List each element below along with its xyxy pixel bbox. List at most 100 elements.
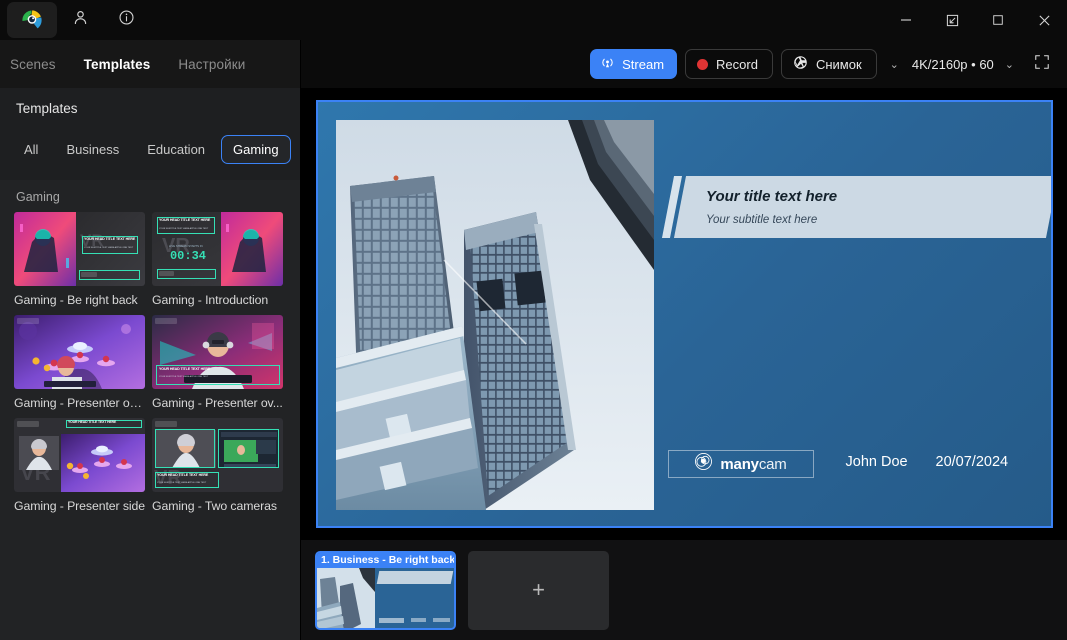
manycam-app-window: Scenes Templates Настройки Stream Record <box>0 0 1067 640</box>
preview-stage: Your title text here Your subtitle text … <box>301 88 1067 540</box>
tab-templates[interactable]: Templates <box>84 57 151 72</box>
template-card[interactable]: VR <box>14 418 145 513</box>
templates-sidebar: Templates All Business Education Gaming … <box>0 88 306 640</box>
thumb-sub-title: YOUR SUBTITLE TEXT HERE APPLE ONE TEXT <box>159 228 209 230</box>
thumb-head-title: YOUR HEAD TITLE TEXT HERE <box>68 420 117 424</box>
scene-template-area <box>375 567 454 628</box>
template-thumbnail <box>14 315 145 389</box>
presentation-date: 20/07/2024 <box>935 454 1009 470</box>
thumb-watermark-icon <box>81 272 97 277</box>
scene-name-bar <box>411 618 427 622</box>
canvas-title: Your title text here <box>705 188 837 205</box>
close-button[interactable] <box>1021 0 1067 40</box>
record-dot-icon <box>697 58 709 70</box>
title-text-box[interactable]: Your title text here Your subtitle text … <box>673 176 1051 238</box>
tab-scenes[interactable]: Scenes <box>10 57 56 72</box>
scene-preview <box>317 567 454 628</box>
template-card[interactable]: VR YOUR HEAD TITLE TEXT HERE YOUR SUBTIT… <box>152 212 283 307</box>
thumb-head-title: YOUR HEAD TITLE TEXT HERE <box>159 218 211 222</box>
resolution-label: 4K/2160p • 60 <box>911 56 994 72</box>
thumb-watermark-icon <box>159 271 174 276</box>
tab-settings[interactable]: Настройки <box>178 57 245 72</box>
chip-gaming[interactable]: Gaming <box>221 134 291 164</box>
watermark-light: cam <box>758 455 787 473</box>
scene-footer-row <box>379 617 450 623</box>
template-thumbnail: VR <box>14 418 145 492</box>
thumb-sub-title: YOUR SUBTITLE TEXT HERE APPLE ONE TEXT <box>84 247 134 249</box>
manycam-watermark-text: manycam <box>720 456 786 473</box>
snapshot-dropdown-chevron-down-icon[interactable]: ⌄ <box>885 58 904 71</box>
watermark-bold: many <box>720 455 759 473</box>
fullscreen-button[interactable] <box>1027 49 1057 79</box>
template-name: Gaming - Presenter ov... <box>152 396 283 410</box>
restore-window-button[interactable] <box>929 0 975 40</box>
chip-business[interactable]: Business <box>54 135 131 164</box>
info-circle-icon <box>118 9 135 31</box>
category-chip-row: All Business Education Gaming › <box>12 132 306 166</box>
chip-education[interactable]: Education <box>135 135 217 164</box>
template-card[interactable]: Gaming - Presenter on... <box>14 315 145 410</box>
thumb-head-title: YOUR HEAD TITLE TEXT HERE <box>159 367 211 371</box>
template-grid: VR YOUR HEAD TITLE TEXT HERE YOUR SUBTIT… <box>0 212 300 513</box>
app-logo-button[interactable] <box>7 2 57 38</box>
scene-watermark-bar <box>379 617 405 623</box>
manycam-watermark-icon <box>694 452 713 476</box>
person-icon <box>72 9 89 31</box>
thumb-sub-title: YOUR SUBTITLE TEXT HERE APPLE ONE TEXT <box>157 482 207 484</box>
templates-list[interactable]: Gaming VR YOUR HEAD TITLE TEXT HERE YOUR… <box>0 180 300 640</box>
scene-bar: 1. Business - Be right back + <box>301 540 1067 640</box>
template-card[interactable]: VR <box>152 418 283 513</box>
scene-photo <box>317 567 375 628</box>
title-bar <box>0 0 1067 40</box>
scene-date-bar <box>433 618 450 622</box>
template-thumbnail: VR YOUR HEAD TITLE TEXT HERE YOUR SUBTIT… <box>152 212 283 286</box>
plus-icon: + <box>532 577 545 602</box>
page-title: Templates <box>16 101 78 116</box>
template-thumbnail: VR YOUR HEAD TITLE TEXT HERE YOUR SUBTIT… <box>14 212 145 286</box>
add-scene-button[interactable]: + <box>468 550 609 630</box>
templates-header: Templates All Business Education Gaming … <box>0 88 306 180</box>
template-card[interactable]: VR YOUR HEAD TITLE TEXT HERE YOUR SUBTIT… <box>14 212 145 307</box>
template-card[interactable]: YOUR HEAD TITLE TEXT HERE YOUR SUBTITLE … <box>152 315 283 410</box>
thumb-watermark-icon <box>17 318 39 324</box>
scene-title-box <box>376 570 454 584</box>
preview-canvas[interactable]: Your title text here Your subtitle text … <box>315 100 1053 528</box>
scene-label: 1. Business - Be right back <box>317 552 454 568</box>
resolution-selector[interactable]: 4K/2160p • 60 ⌄ <box>912 57 1019 72</box>
scene-thumbnail-1[interactable]: 1. Business - Be right back <box>315 550 456 630</box>
maximize-button[interactable] <box>975 0 1021 40</box>
minimize-button[interactable] <box>883 0 929 40</box>
chip-all[interactable]: All <box>12 135 50 164</box>
template-name: Gaming - Presenter on... <box>14 396 145 410</box>
template-name: Gaming - Presenter side <box>14 499 145 513</box>
stream-button[interactable]: Stream <box>590 49 678 79</box>
capture-toolbar: Stream Record Снимок ⌄ 4K/2160p • 60 ⌄ <box>301 40 1067 88</box>
template-name: Gaming - Two cameras <box>152 499 277 513</box>
manycam-watermark: manycam <box>667 450 814 478</box>
record-label: Record <box>716 56 758 72</box>
snapshot-label: Снимок <box>815 56 862 72</box>
record-button[interactable]: Record <box>685 49 773 79</box>
account-button[interactable] <box>57 0 103 40</box>
resolution-chevron-down-icon: ⌄ <box>1004 58 1014 71</box>
template-name: Gaming - Be right back <box>14 293 138 307</box>
template-thumbnail: YOUR HEAD TITLE TEXT HERE YOUR SUBTITLE … <box>152 315 283 389</box>
stream-label: Stream <box>622 56 665 72</box>
thumb-timer: 00:34 <box>169 249 206 263</box>
thumb-head-title: YOUR HEAD TITLE TEXT HERE <box>84 237 136 241</box>
window-controls <box>883 0 1067 40</box>
snapshot-button[interactable]: Снимок <box>780 49 877 79</box>
thumb-watermark-icon <box>17 421 39 427</box>
fullscreen-icon <box>1034 54 1050 75</box>
thumb-stream-starts-label: LIVE STREAM STARTS IN <box>169 244 203 248</box>
skyscraper-photo <box>335 120 654 510</box>
broadcast-icon <box>600 55 615 73</box>
manycam-logo-icon <box>20 8 44 32</box>
info-button[interactable] <box>103 0 149 40</box>
thumb-head-title: YOUR HEAD TITLE TEXT HERE <box>157 473 209 477</box>
template-thumbnail: VR <box>152 418 283 492</box>
canvas-subtitle: Your subtitle text here <box>705 214 817 226</box>
aperture-icon <box>793 55 808 73</box>
thumb-watermark-icon <box>155 318 177 324</box>
thumb-sub-title: YOUR SUBTITLE TEXT HERE APPLE ONE TEXT <box>159 376 209 378</box>
